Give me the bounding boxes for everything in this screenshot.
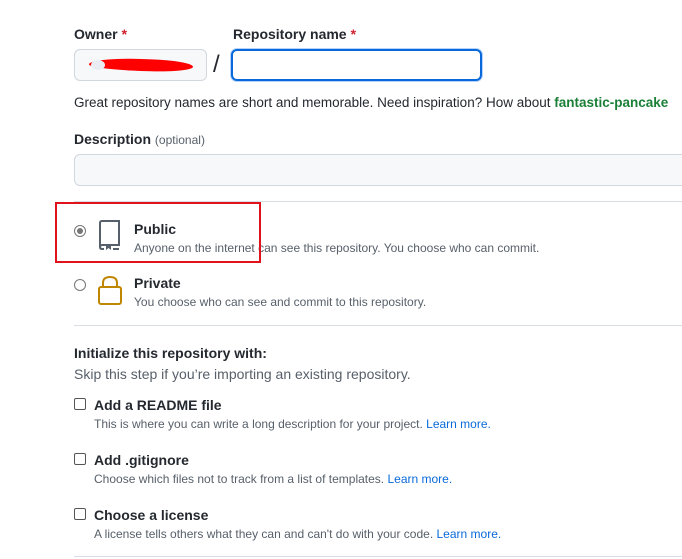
license-subtitle: A license tells others what they can and…	[94, 527, 501, 541]
repo-name-label-text: Repository name	[233, 26, 347, 42]
owner-select[interactable]	[74, 49, 207, 81]
annotation-highlight-box	[55, 202, 261, 263]
license-learn-more-link[interactable]: Learn more.	[437, 527, 502, 541]
divider	[74, 325, 682, 326]
visibility-private-title: Private	[134, 275, 181, 291]
readme-subtitle: This is where you can write a long descr…	[94, 417, 491, 431]
owner-required-mark: *	[121, 26, 128, 42]
readme-learn-more-link[interactable]: Learn more.	[426, 417, 491, 431]
visibility-private-radio[interactable]	[74, 279, 86, 291]
owner-repo-separator: /	[213, 51, 220, 78]
repo-name-suggestion[interactable]: fantastic-pancake	[554, 95, 668, 110]
repo-name-hint: Great repository names are short and mem…	[74, 95, 668, 110]
owner-label: Owner *	[74, 26, 127, 42]
repo-name-hint-text: Great repository names are short and mem…	[74, 95, 555, 110]
license-title: Choose a license	[94, 507, 209, 523]
repo-name-input[interactable]	[231, 49, 482, 81]
description-optional-note: (optional)	[154, 133, 205, 147]
lock-icon	[97, 274, 123, 306]
repo-name-required-mark: *	[350, 26, 357, 42]
divider	[74, 556, 682, 557]
readme-title: Add a README file	[94, 397, 222, 413]
init-section-title: Initialize this repository with:	[74, 345, 267, 361]
init-section-subtitle: Skip this step if you’re importing an ex…	[74, 366, 411, 382]
license-subtitle-text: A license tells others what they can and…	[94, 527, 437, 541]
owner-label-text: Owner	[74, 26, 118, 42]
gitignore-checkbox[interactable]	[74, 453, 86, 465]
gitignore-learn-more-link[interactable]: Learn more.	[387, 472, 452, 486]
gitignore-subtitle: Choose which files not to track from a l…	[94, 472, 452, 486]
readme-subtitle-text: This is where you can write a long descr…	[94, 417, 427, 431]
repo-name-label: Repository name *	[233, 26, 356, 42]
gitignore-title: Add .gitignore	[94, 452, 189, 468]
description-input[interactable]	[74, 154, 682, 186]
description-label-text: Description	[74, 131, 152, 147]
visibility-private-subtitle: You choose who can see and commit to thi…	[134, 295, 427, 309]
description-label: Description (optional)	[74, 131, 205, 147]
readme-checkbox[interactable]	[74, 398, 86, 410]
owner-avatar	[91, 60, 105, 70]
gitignore-subtitle-text: Choose which files not to track from a l…	[94, 472, 388, 486]
license-checkbox[interactable]	[74, 508, 86, 520]
